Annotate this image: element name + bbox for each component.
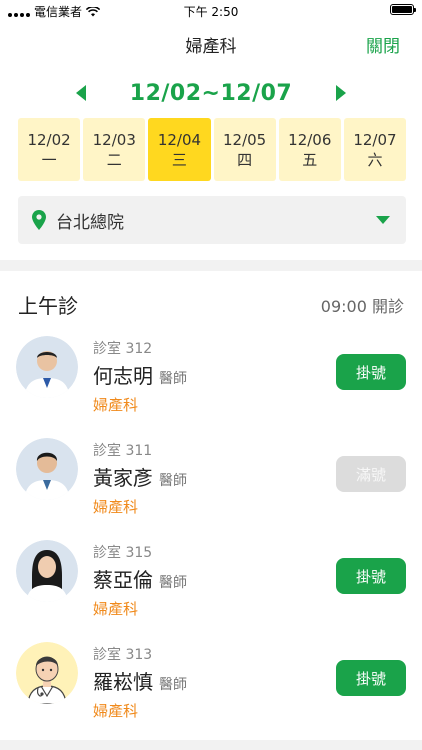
room-number: 診室 311 xyxy=(93,443,153,459)
previous-week-icon[interactable] xyxy=(76,85,86,101)
doctor-title: 醫師 xyxy=(159,677,187,693)
battery-icon xyxy=(390,4,416,15)
doctor-name: 羅崧慎 xyxy=(93,670,153,694)
department-label: 婦產科 xyxy=(93,600,139,618)
day-date: 12/04 xyxy=(157,130,202,149)
doctor-row: 診室 313 羅崧慎 醫師 婦產科 掛號 xyxy=(0,642,422,742)
department-label: 婦產科 xyxy=(93,498,139,516)
bottom-divider xyxy=(0,740,422,750)
status-bar: 電信業者 下午 2:50 xyxy=(0,0,422,20)
chevron-down-icon xyxy=(376,216,390,224)
next-week-icon[interactable] xyxy=(336,85,346,101)
day-chip[interactable]: 12/06 五 xyxy=(278,118,341,181)
doctor-row: 診室 315 蔡亞倫 醫師 婦產科 掛號 xyxy=(0,540,422,640)
register-button[interactable]: 掛號 xyxy=(336,660,406,696)
day-date: 12/03 xyxy=(92,130,136,149)
day-chip-selected[interactable]: 12/04 三 xyxy=(148,118,211,181)
doctor-name-line: 蔡亞倫 醫師 xyxy=(93,564,187,593)
room-number: 診室 315 xyxy=(93,545,153,561)
day-date: 12/02 xyxy=(27,130,71,149)
day-date: 12/06 xyxy=(288,130,332,149)
doctor-avatar xyxy=(16,336,78,398)
day-weekday: 四 xyxy=(237,150,253,169)
full-button[interactable]: 滿號 xyxy=(336,456,406,492)
doctor-row: 診室 312 何志明 醫師 婦產科 掛號 xyxy=(0,336,422,436)
session-title: 上午診 xyxy=(18,294,78,318)
doctor-name: 蔡亞倫 xyxy=(93,568,153,592)
doctor-avatar-illustration xyxy=(16,642,78,704)
day-chip[interactable]: 12/03 二 xyxy=(83,118,146,181)
doctor-name: 何志明 xyxy=(93,364,153,388)
day-chip[interactable]: 12/05 四 xyxy=(213,118,276,181)
register-button[interactable]: 掛號 xyxy=(336,558,406,594)
register-button[interactable]: 掛號 xyxy=(336,354,406,390)
doctor-avatar xyxy=(16,540,78,602)
day-selector: 12/02 一 12/03 二 12/04 三 12/05 四 12/06 五 … xyxy=(18,118,407,181)
location-value: 台北總院 xyxy=(56,213,124,233)
doctor-name-line: 黃家彥 醫師 xyxy=(93,462,187,491)
doctor-title: 醫師 xyxy=(159,473,187,489)
doctor-title: 醫師 xyxy=(159,371,187,387)
day-weekday: 一 xyxy=(41,150,57,169)
doctor-name: 黃家彥 xyxy=(93,466,153,490)
status-time: 下午 2:50 xyxy=(183,5,239,19)
day-chip[interactable]: 12/02 一 xyxy=(18,118,81,181)
doctor-name-line: 羅崧慎 醫師 xyxy=(93,666,187,695)
day-date: 12/05 xyxy=(222,130,267,149)
department-label: 婦產科 xyxy=(93,702,139,720)
day-weekday: 六 xyxy=(367,150,383,169)
day-chip[interactable]: 12/07 六 xyxy=(343,118,407,181)
location-select[interactable]: 台北總院 xyxy=(18,196,406,244)
location-pin-icon xyxy=(32,210,46,230)
day-weekday: 二 xyxy=(106,150,122,169)
doctor-title: 醫師 xyxy=(159,575,187,591)
section-divider xyxy=(0,260,422,271)
department-label: 婦產科 xyxy=(93,396,139,414)
doctor-avatar xyxy=(16,438,78,500)
week-switcher: 12/02~12/07 xyxy=(0,78,422,108)
close-button[interactable]: 關閉 xyxy=(366,32,400,57)
week-range: 12/02~12/07 xyxy=(129,80,293,106)
doctor-row: 診室 311 黃家彥 醫師 婦產科 滿號 xyxy=(0,438,422,538)
room-number: 診室 313 xyxy=(93,647,153,663)
doctor-name-line: 何志明 醫師 xyxy=(93,360,187,389)
day-date: 12/07 xyxy=(353,130,397,149)
room-number: 診室 312 xyxy=(93,341,153,357)
day-weekday: 三 xyxy=(171,150,187,169)
day-weekday: 五 xyxy=(302,150,318,169)
page-title: 婦產科 xyxy=(185,37,237,57)
session-start-time: 09:00 開診 xyxy=(320,297,404,316)
